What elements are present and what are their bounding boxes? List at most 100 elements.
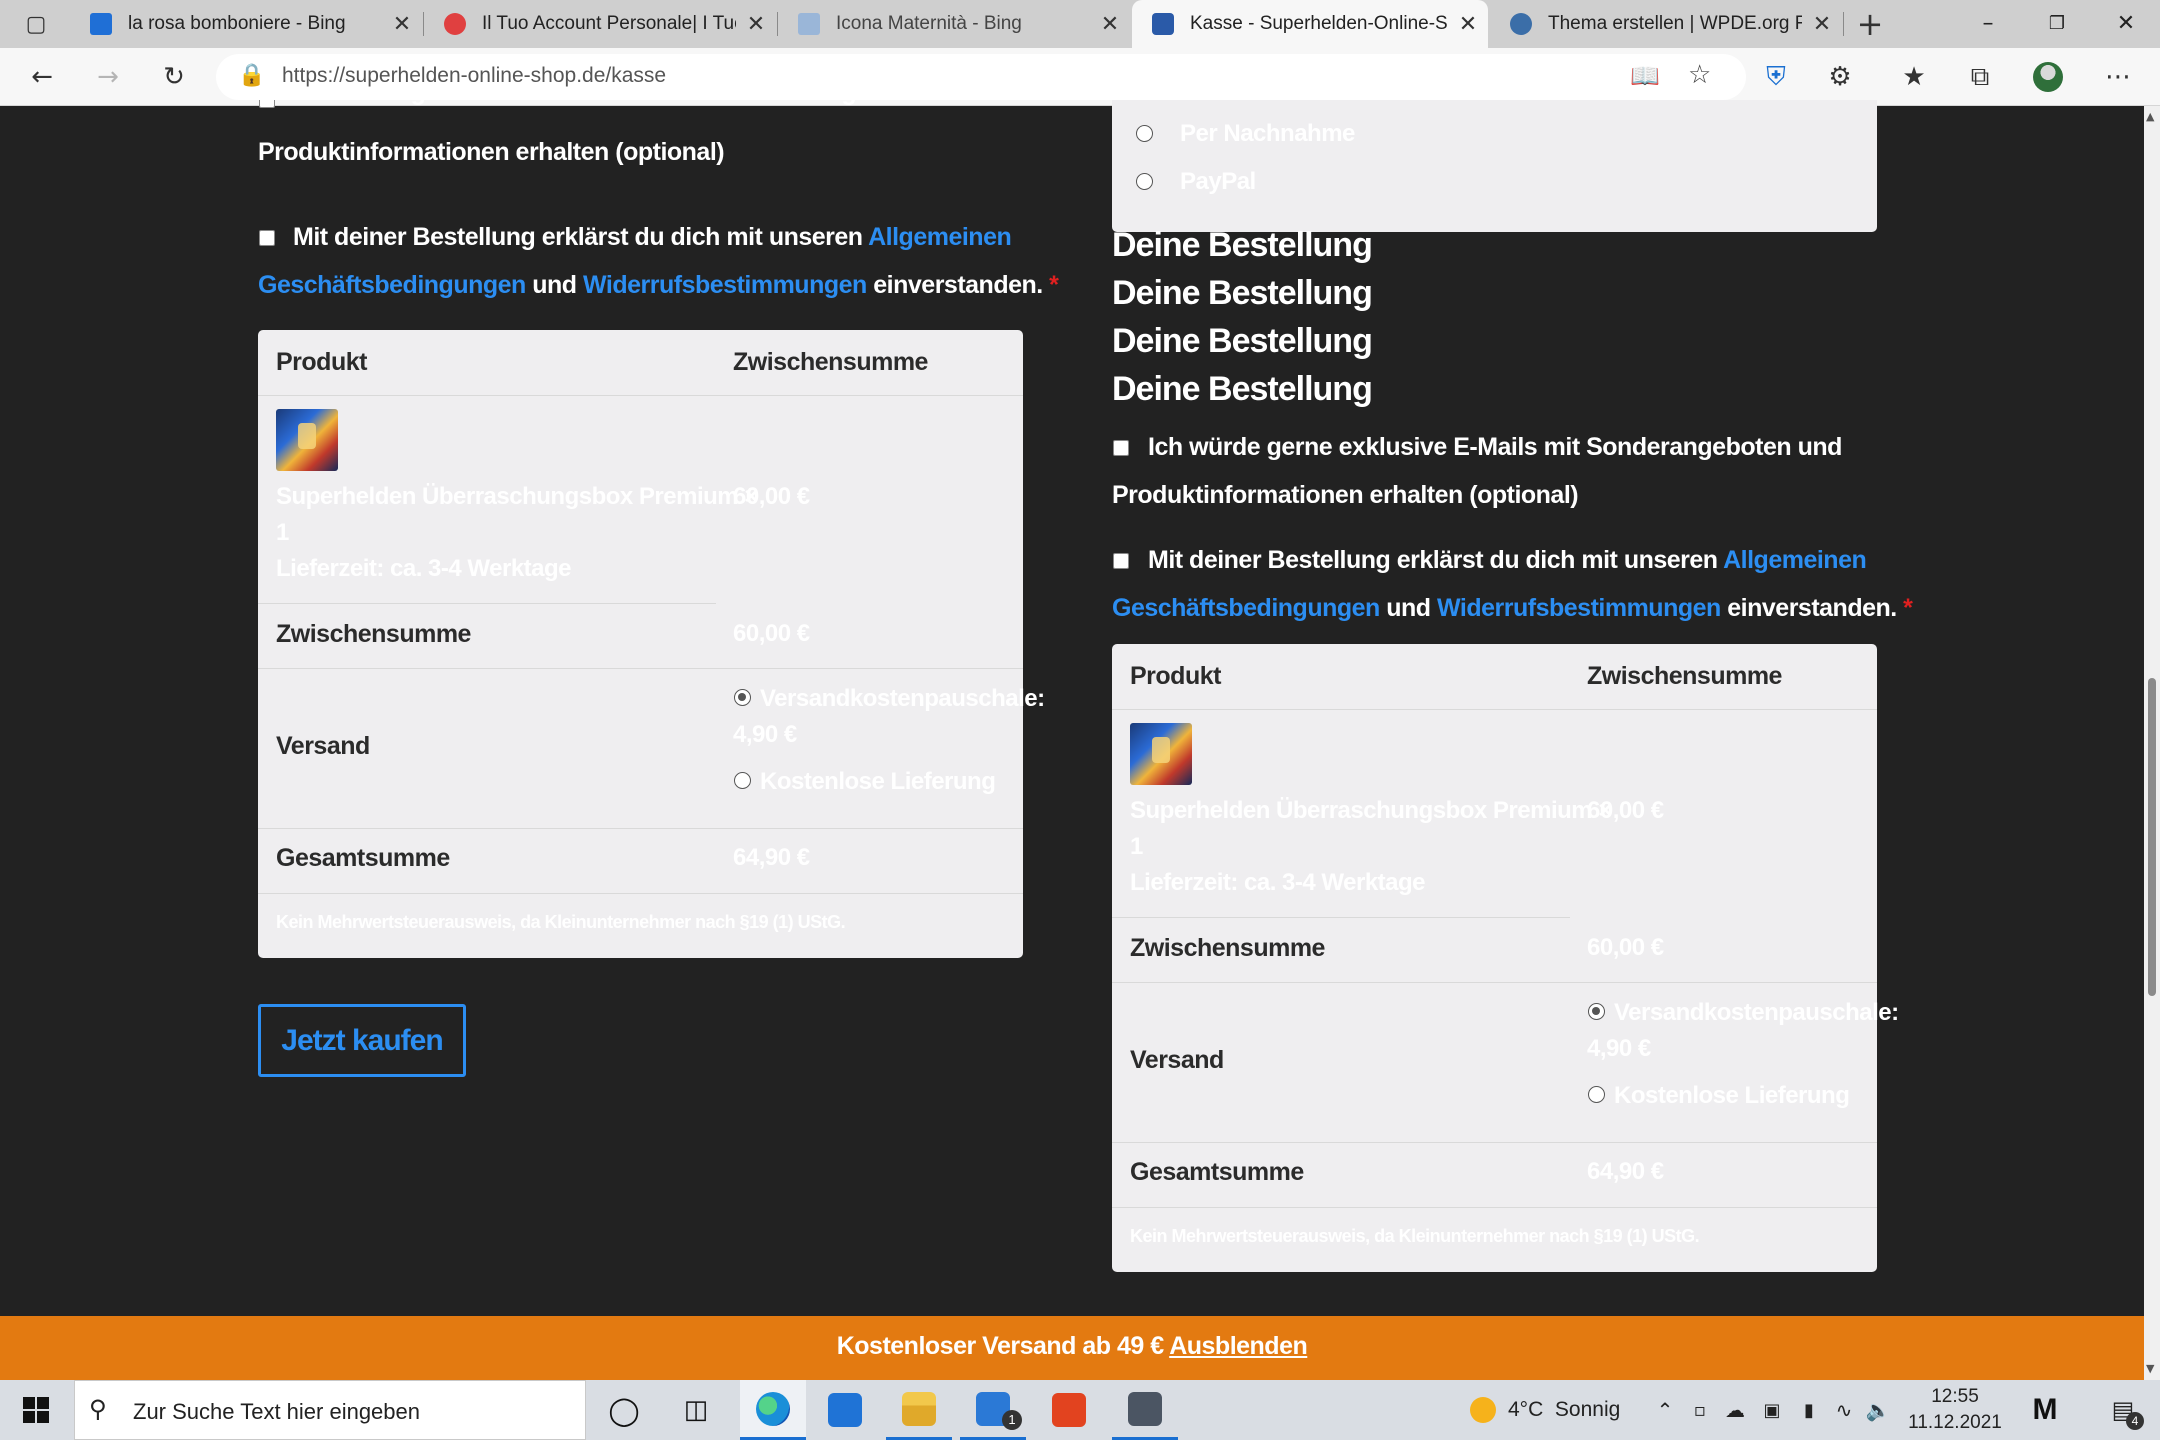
tab-actions-icon[interactable]: ▢	[16, 4, 56, 44]
newsletter-text-line2: Produktinformationen erhalten (optional)	[258, 138, 725, 166]
shipping-free-label[interactable]: Kostenlose Lieferung	[760, 768, 996, 796]
start-button[interactable]	[0, 1380, 72, 1440]
product-name-text: Superhelden Überraschungsbox Premium	[276, 483, 739, 510]
order-heading: Deine Bestellung	[1112, 226, 1373, 264]
minimize-icon[interactable]: –	[1955, 0, 2021, 48]
payment-paypal-label[interactable]: PayPal	[1180, 168, 1256, 196]
lock-icon[interactable]: 🔒	[238, 63, 265, 88]
cortana-icon[interactable]: ◯	[596, 1380, 652, 1440]
order-heading: Deine Bestellung	[1112, 322, 1373, 360]
office-app-icon[interactable]	[1036, 1380, 1102, 1440]
calculator-app-icon[interactable]	[1112, 1380, 1178, 1440]
product-name-text: Superhelden Überraschungsbox Premium	[1130, 797, 1593, 824]
terms-link-agb[interactable]: Allgemeinen	[868, 223, 1012, 251]
wifi-icon[interactable]: ∿	[1830, 1380, 1858, 1440]
clock[interactable]: 12:55 11.12.2021	[1900, 1386, 2010, 1434]
tab-wpde[interactable]: Thema erstellen | WPDE.org Forum ✕	[1490, 0, 1842, 48]
tab-account[interactable]: Il Tuo Account Personale| I Tuoi ✕	[424, 0, 776, 48]
product-qty: 1	[1130, 833, 1143, 860]
terms-link-agb-2[interactable]: Geschäftsbedingungen	[1112, 594, 1380, 622]
extensions-icon[interactable]: ⚙	[1820, 57, 1860, 97]
restore-icon[interactable]: ❐	[2024, 0, 2090, 48]
terms-link-widerruf[interactable]: Widerrufsbestimmungen	[1437, 594, 1721, 622]
close-icon[interactable]: ✕	[1090, 11, 1130, 37]
scroll-up-arrow-icon[interactable]: ▲	[2146, 110, 2154, 123]
collections-icon[interactable]: ⧉	[1960, 57, 2000, 97]
product-name: Superhelden Überraschungsbox Premium ×	[276, 483, 758, 511]
shipping-free-radio[interactable]	[734, 772, 751, 789]
scroll-down-arrow-icon[interactable]: ▼	[2146, 1362, 2154, 1375]
shop-icon	[1152, 13, 1174, 35]
task-view-icon[interactable]: ◫	[668, 1380, 724, 1440]
volume-icon[interactable]: 🔈	[1864, 1380, 1892, 1440]
product-thumbnail[interactable]	[276, 409, 338, 471]
terms-link-widerruf[interactable]: Widerrufsbestimmungen	[583, 271, 867, 299]
free-shipping-banner: Kostenloser Versand ab 49 € Ausblenden	[0, 1316, 2144, 1380]
forward-icon[interactable]: →	[88, 57, 128, 97]
shipping-flat-rate-price: 4,90 €	[1587, 1035, 1651, 1062]
taskbar-search-box[interactable]: ⚲ Zur Suche Text hier eingeben	[74, 1380, 586, 1440]
close-icon[interactable]: ✕	[736, 11, 776, 37]
notification-badge: 4	[2126, 1412, 2144, 1430]
shipping-free-label[interactable]: Kostenlose Lieferung	[1614, 1082, 1850, 1110]
terms-link-agb[interactable]: Allgemeinen	[1723, 546, 1867, 574]
close-icon[interactable]: ✕	[382, 11, 422, 37]
close-icon[interactable]: ✕	[1448, 11, 1488, 37]
terms-and: und	[1386, 594, 1431, 622]
meet-now-icon[interactable]: ▫	[1686, 1380, 1714, 1440]
store-app-icon[interactable]	[812, 1380, 878, 1440]
terms-checkbox-right[interactable]	[1113, 553, 1129, 569]
shipping-flat-rate-label[interactable]: Versandkostenpauschale:	[1614, 999, 1899, 1027]
edge-app-icon[interactable]	[740, 1380, 806, 1440]
new-tab-icon[interactable]: +	[1850, 4, 1890, 44]
more-menu-icon[interactable]: ⋯	[2098, 57, 2138, 97]
weather-widget[interactable]: 4°C Sonnig	[1470, 1380, 1640, 1440]
tab-bing-maternita[interactable]: Icona Maternità - Bing ✕	[778, 0, 1130, 48]
tab-bing-rosa[interactable]: la rosa bomboniere - Bing ✕	[70, 0, 422, 48]
page-scrollbar[interactable]: ▲ ▼	[2144, 106, 2160, 1380]
mail-app-icon[interactable]: 1	[960, 1380, 1026, 1440]
terms-link-agb-2[interactable]: Geschäftsbedingungen	[258, 271, 526, 299]
payment-cod-label[interactable]: Per Nachnahme	[1180, 120, 1355, 148]
shipping-flat-rate-label[interactable]: Versandkostenpauschale:	[760, 685, 1045, 713]
display-icon[interactable]: ▣	[1758, 1380, 1786, 1440]
add-favorite-icon[interactable]: ☆	[1688, 60, 1711, 90]
close-icon[interactable]: ✕	[1802, 11, 1842, 37]
buy-now-button[interactable]: Jetzt kaufen	[258, 1004, 466, 1077]
shipping-flat-rate-radio[interactable]	[1588, 1003, 1605, 1020]
terms-suffix: einverstanden.	[1727, 594, 1897, 622]
payment-cod-radio[interactable]	[1136, 125, 1153, 142]
banner-dismiss-link[interactable]: Ausblenden	[1169, 1332, 1308, 1360]
bing-icon	[90, 13, 112, 35]
subtotal-value: 60,00 €	[733, 620, 810, 647]
back-icon[interactable]: ←	[22, 57, 62, 97]
url-text[interactable]: https://superhelden-online-shop.de/kasse	[282, 64, 666, 88]
reader-mode-icon[interactable]: 📖	[1630, 62, 1660, 90]
tab-title: Il Tuo Account Personale| I Tuoi	[482, 13, 736, 34]
app-logo-icon[interactable]: M	[2020, 1380, 2070, 1440]
scrollbar-thumb[interactable]	[2148, 678, 2156, 996]
newsletter-checkbox[interactable]	[259, 100, 275, 108]
profile-avatar[interactable]	[2028, 57, 2068, 97]
newsletter-checkbox-right[interactable]	[1113, 440, 1129, 456]
terms-checkbox[interactable]	[259, 230, 275, 246]
window-close-icon[interactable]: ✕	[2093, 0, 2159, 48]
total-value: 64,90 €	[1587, 1158, 1664, 1185]
onedrive-icon[interactable]: ☁	[1720, 1380, 1750, 1440]
shipping-free-radio[interactable]	[1588, 1086, 1605, 1103]
shipping-flat-rate-radio[interactable]	[734, 689, 751, 706]
reload-icon[interactable]: ↻	[154, 57, 194, 97]
favorites-icon[interactable]: ★	[1894, 57, 1934, 97]
payment-paypal-radio[interactable]	[1136, 173, 1153, 190]
tab-kasse[interactable]: Kasse - Superhelden-Online-Shop ✕	[1132, 0, 1488, 48]
file-explorer-icon[interactable]	[886, 1380, 952, 1440]
column-header-product: Produkt	[1130, 662, 1221, 690]
newsletter-text-line1-right: Ich würde gerne exklusive E-Mails mit So…	[1148, 433, 1842, 461]
show-hidden-icons-icon[interactable]: ⌃	[1652, 1380, 1678, 1440]
notifications-icon[interactable]: ▤ 4	[2098, 1380, 2148, 1440]
table-divider	[258, 828, 1023, 829]
product-thumbnail[interactable]	[1130, 723, 1192, 785]
extension-shield-icon[interactable]: ⛨	[1756, 57, 1796, 97]
column-header-subtotal: Zwischensumme	[1587, 662, 1782, 690]
battery-icon[interactable]: ▮	[1794, 1380, 1824, 1440]
